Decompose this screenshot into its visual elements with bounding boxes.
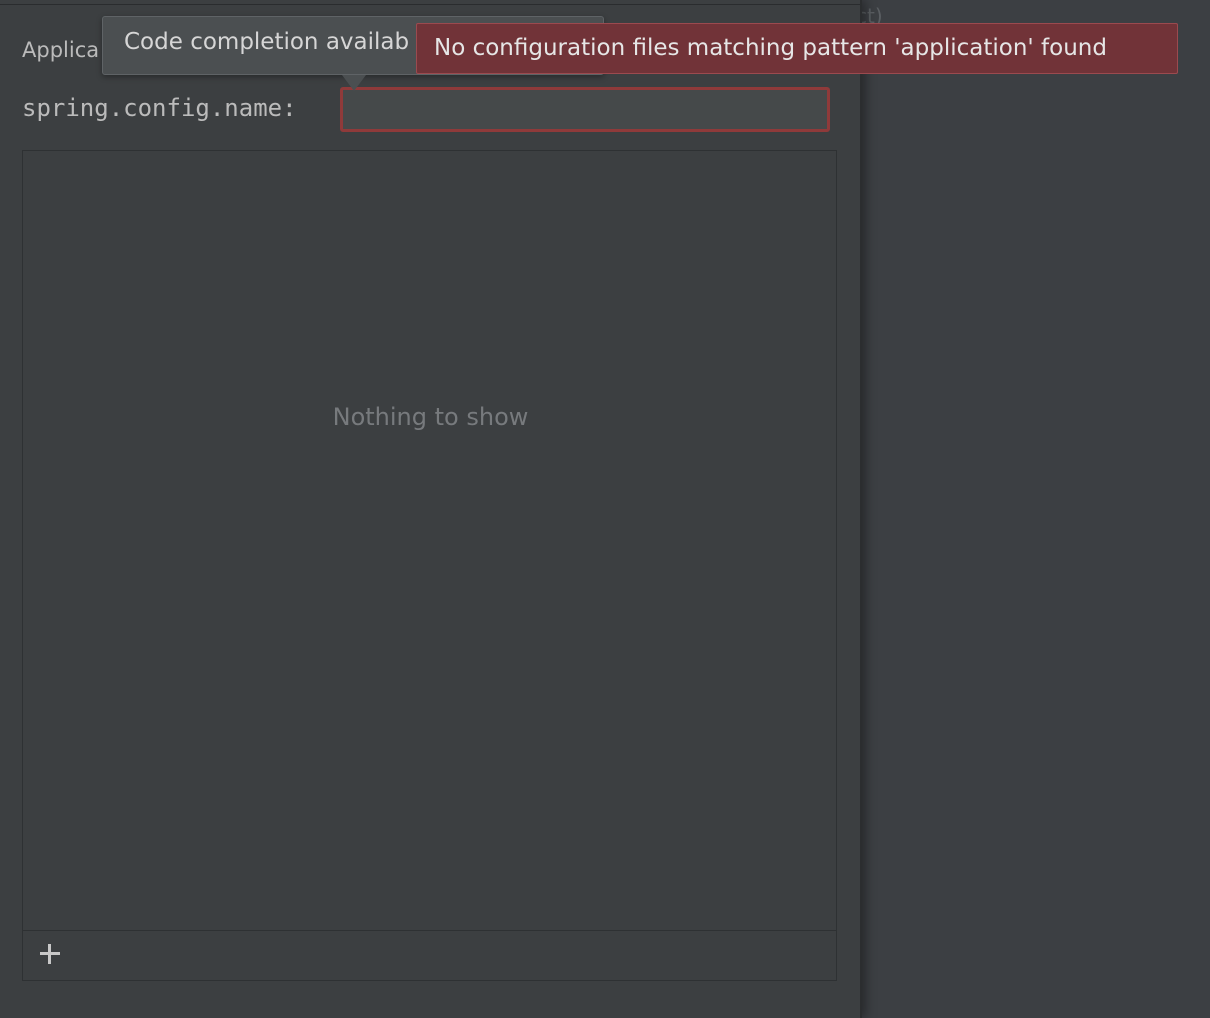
plus-icon[interactable] — [37, 941, 63, 967]
config-files-list: Nothing to show — [22, 150, 837, 981]
error-balloon: No configuration files matching pattern … — [416, 23, 1178, 74]
tooltip-pointer — [342, 75, 366, 91]
application-label: Applica — [22, 38, 100, 62]
empty-list-text: Nothing to show — [332, 403, 529, 431]
window: ct) Applica spring.config.name: Nothing … — [0, 0, 1210, 1018]
list-toolbar — [23, 930, 836, 980]
background-editor-area — [862, 0, 1210, 1018]
dialog-top-divider — [0, 4, 860, 5]
error-message: No configuration files matching pattern … — [434, 35, 1107, 61]
config-dialog: Applica spring.config.name: Nothing to s… — [0, 0, 862, 1018]
spring-config-name-input[interactable] — [340, 87, 830, 132]
spring-config-name-label: spring.config.name: — [22, 94, 297, 122]
code-completion-tooltip-text: Code completion availab — [124, 29, 410, 55]
